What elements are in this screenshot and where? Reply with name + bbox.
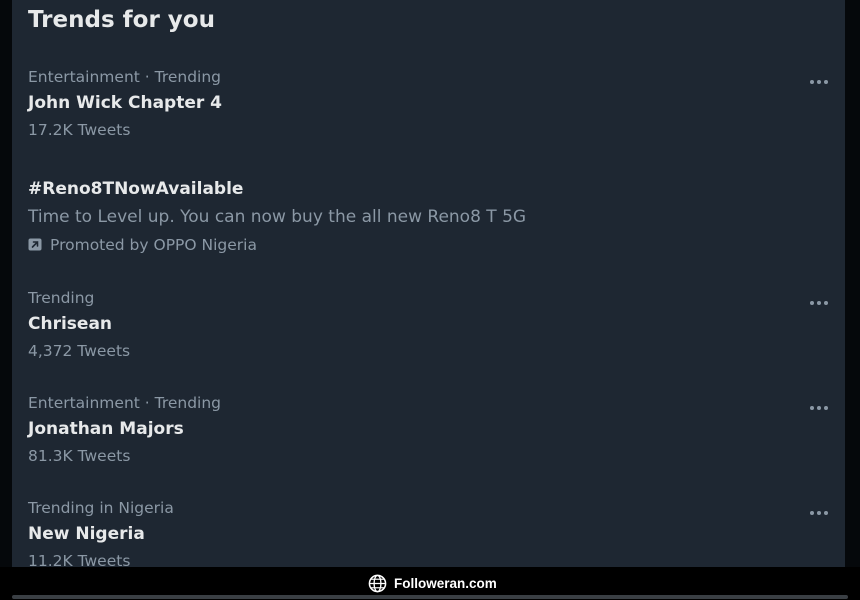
left-gutter: [0, 0, 12, 567]
footer-brand: Followeran.com: [368, 572, 497, 594]
more-horizontal-icon[interactable]: [807, 507, 831, 519]
promoted-trend-name[interactable]: #Reno8TNowAvailable: [28, 178, 243, 200]
more-horizontal-icon[interactable]: [807, 402, 831, 414]
trend-name[interactable]: Chrisean: [28, 313, 112, 335]
trend-tweet-count: 17.2K Tweets: [28, 121, 131, 139]
trend-item[interactable]: Trending Chrisean 4,372 Tweets: [12, 288, 845, 368]
promoted-description: Time to Level up. You can now buy the al…: [28, 207, 527, 227]
globe-icon: [368, 574, 387, 592]
watermark-footer: Followeran.com: [0, 567, 860, 600]
trend-category: Entertainment · Trending: [28, 394, 222, 412]
trend-category: Trending in Nigeria: [28, 499, 174, 517]
trend-item[interactable]: Entertainment · Trending Jonathan Majors…: [12, 393, 845, 473]
trend-name[interactable]: Jonathan Majors: [28, 418, 184, 440]
trend-item[interactable]: Entertainment · Trending John Wick Chapt…: [12, 67, 845, 147]
more-horizontal-icon[interactable]: [807, 76, 831, 88]
trend-item[interactable]: Trending in Nigeria New Nigeria 11.2K Tw…: [12, 498, 845, 567]
screen: Trends for you Entertainment · Trending …: [0, 0, 860, 600]
trend-tweet-count: 81.3K Tweets: [28, 447, 131, 465]
promoted-by-line[interactable]: Promoted by OPPO Nigeria: [28, 236, 257, 254]
panel-title: Trends for you: [28, 7, 215, 33]
trend-category: Entertainment · Trending: [28, 68, 222, 86]
promoted-arrow-icon: [28, 238, 42, 251]
trend-tweet-count: 11.2K Tweets: [28, 552, 131, 567]
trend-name[interactable]: John Wick Chapter 4: [28, 92, 222, 114]
promoted-by-label: Promoted by OPPO Nigeria: [50, 236, 257, 254]
right-gutter: [845, 0, 860, 567]
trend-tweet-count: 4,372 Tweets: [28, 342, 131, 360]
trends-panel: Trends for you Entertainment · Trending …: [12, 0, 845, 567]
trend-name[interactable]: New Nigeria: [28, 523, 145, 545]
trend-category: Trending: [28, 289, 95, 307]
bottom-frame-bar: [12, 595, 848, 599]
promoted-trend-item[interactable]: #Reno8TNowAvailable Time to Level up. Yo…: [12, 178, 845, 260]
more-horizontal-icon[interactable]: [807, 297, 831, 309]
footer-brand-label: Followeran.com: [394, 575, 497, 591]
